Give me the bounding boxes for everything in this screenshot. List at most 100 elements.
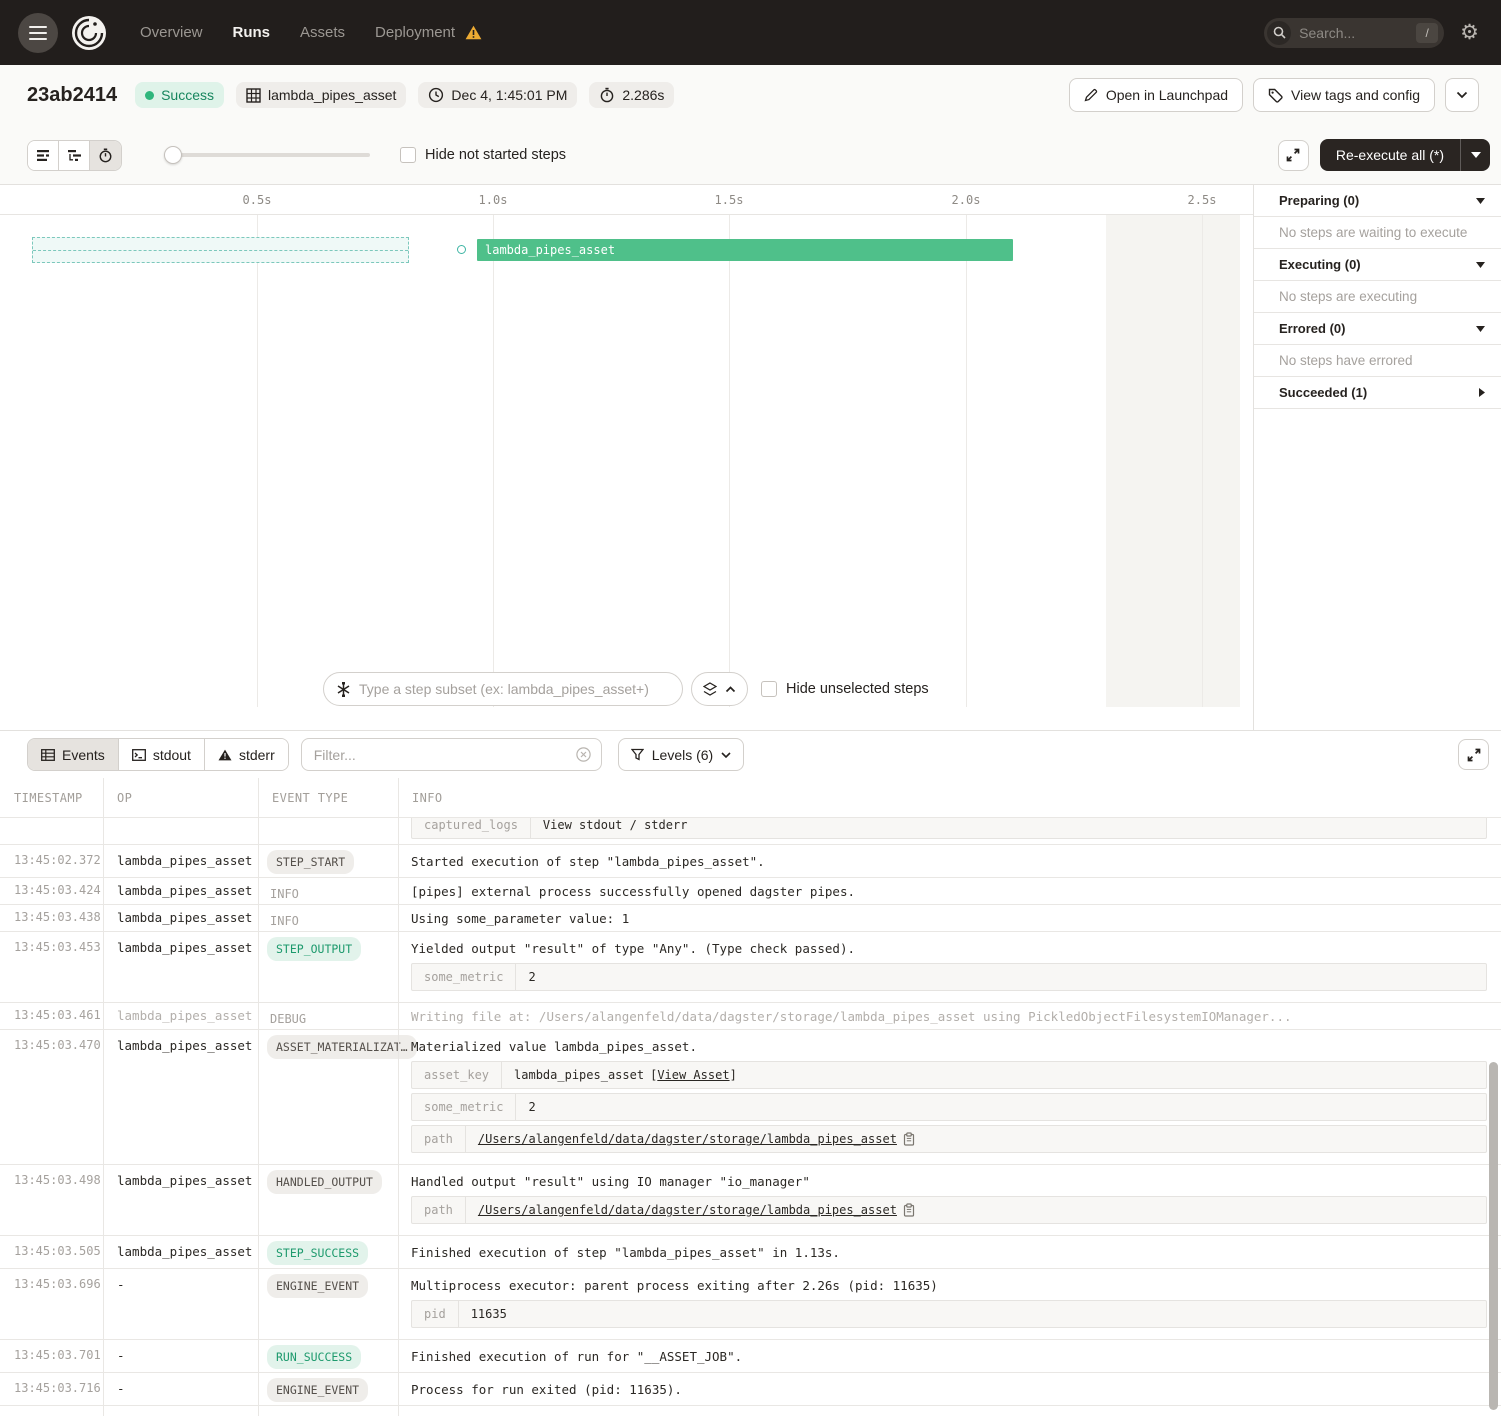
gantt-gridline <box>966 215 967 707</box>
section-errored[interactable]: Errored (0) <box>1254 313 1501 345</box>
status-badge: Success <box>135 82 224 108</box>
metadata-entry: some_metric 2 <box>411 963 1487 991</box>
nav-overview[interactable]: Overview <box>140 24 203 41</box>
table-icon <box>41 749 55 761</box>
gantt-toolbar: Hide not started steps Re-execute all (*… <box>0 125 1501 185</box>
table-row[interactable]: 13:45:03.470 lambda_pipes_asset ASSET_MA… <box>0 1030 1501 1165</box>
view-asset-link[interactable]: View Asset <box>657 1068 729 1082</box>
axis-tick: 1.0s <box>479 193 508 207</box>
settings-gear-icon[interactable]: ⚙ <box>1460 22 1479 43</box>
tab-stdout[interactable]: stdout <box>119 739 205 770</box>
col-op: OP <box>103 791 258 805</box>
zoom-slider[interactable] <box>164 146 370 164</box>
view-timing-icon[interactable] <box>90 141 121 170</box>
log-filter-input[interactable] <box>314 747 576 763</box>
pencil-icon <box>1084 88 1098 102</box>
reexecute-dropdown-button[interactable] <box>1460 139 1490 171</box>
section-succeeded[interactable]: Succeeded (1) <box>1254 377 1501 409</box>
table-row[interactable]: 13:45:02.372 lambda_pipes_asset STEP_STA… <box>0 845 1501 878</box>
path-link[interactable]: /Users/alangenfeld/data/dagster/storage/… <box>478 1203 897 1217</box>
gantt-fullscreen-button[interactable] <box>1278 140 1309 171</box>
hide-unselected-checkbox[interactable] <box>761 681 777 697</box>
hide-not-started-label: Hide not started steps <box>425 147 566 163</box>
gantt-waiting-box <box>32 237 409 263</box>
reexecute-all-split-button: Re-execute all (*) <box>1320 139 1490 171</box>
gantt-overtime-shade <box>1106 215 1240 707</box>
table-row[interactable]: 13:45:03.701 - RUN_SUCCESS Finished exec… <box>0 1340 1501 1373</box>
tab-stderr[interactable]: stderr <box>205 739 288 770</box>
nav-assets[interactable]: Assets <box>300 24 345 41</box>
section-executing[interactable]: Executing (0) <box>1254 249 1501 281</box>
axis-tick: 2.0s <box>952 193 981 207</box>
axis-tick: 1.5s <box>715 193 744 207</box>
gantt-time-axis: 0.5s 1.0s 1.5s 2.0s 2.5s <box>0 185 1253 215</box>
gantt-step-bar[interactable]: lambda_pipes_asset <box>477 239 1013 261</box>
metadata-entry: captured_logs View stdout / stderr <box>411 818 1487 839</box>
column-divider <box>398 778 399 1416</box>
event-type-badge: ENGINE_EVENT <box>267 1378 368 1402</box>
nav-deployment[interactable]: Deployment <box>375 24 455 41</box>
gantt-gridline <box>493 215 494 707</box>
table-row[interactable]: 13:45:03.453 lambda_pipes_asset STEP_OUT… <box>0 932 1501 1003</box>
hide-not-started-checkbox[interactable] <box>400 147 416 163</box>
step-subset-input[interactable] <box>359 681 670 697</box>
table-row[interactable]: 13:45:03.461 lambda_pipes_asset DEBUG Wr… <box>0 1003 1501 1030</box>
event-type-badge: STEP_SUCCESS <box>267 1241 368 1265</box>
table-scrollbar[interactable] <box>1489 1062 1498 1410</box>
chevron-down-icon <box>1456 91 1468 99</box>
levels-dropdown[interactable]: Levels (6) <box>618 738 744 771</box>
search-bar[interactable]: / <box>1264 18 1444 48</box>
event-type-badge: STEP_OUTPUT <box>267 937 361 961</box>
clear-filter-icon[interactable] <box>576 747 591 762</box>
tab-events[interactable]: Events <box>28 739 119 770</box>
logs-fullscreen-button[interactable] <box>1458 739 1489 770</box>
captured-logs-link[interactable]: View stdout / stderr <box>543 818 688 832</box>
job-tag[interactable]: lambda_pipes_asset <box>236 82 406 108</box>
chevron-right-icon <box>1479 388 1485 397</box>
event-type-label: INFO <box>267 911 299 928</box>
reexecute-all-button[interactable]: Re-execute all (*) <box>1320 139 1460 171</box>
zoom-slider-track <box>164 153 370 157</box>
section-preparing[interactable]: Preparing (0) <box>1254 185 1501 217</box>
funnel-icon <box>631 748 644 761</box>
top-nav: Overview Runs Assets Deployment / ⚙ <box>0 0 1501 65</box>
stopwatch-icon <box>599 87 615 103</box>
metadata-entry: asset_key lambda_pipes_asset [View Asset… <box>411 1061 1487 1089</box>
hamburger-menu-icon[interactable] <box>18 13 58 53</box>
layers-toggle-button[interactable] <box>691 672 748 706</box>
gantt-chart: 0.5s 1.0s 1.5s 2.0s 2.5s lambda_pipes_as… <box>0 185 1253 730</box>
table-row[interactable]: 13:45:03.498 lambda_pipes_asset HANDLED_… <box>0 1165 1501 1236</box>
open-in-launchpad-button[interactable]: Open in Launchpad <box>1069 78 1243 112</box>
hide-unselected-wrap: Hide unselected steps <box>761 681 929 697</box>
gantt-step-marker-icon <box>457 245 466 254</box>
search-icon <box>1267 21 1291 45</box>
event-type-badge: ASSET_MATERIALIZAT… <box>267 1035 417 1059</box>
table-row-partial: captured_logs View stdout / stderr <box>0 818 1501 845</box>
events-table: TIMESTAMP OP EVENT TYPE INFO captured_lo… <box>0 778 1501 1416</box>
copy-icon[interactable] <box>903 1132 915 1146</box>
dagster-logo-icon[interactable] <box>68 12 110 54</box>
metadata-entry: some_metric 2 <box>411 1093 1487 1121</box>
column-divider <box>258 778 259 1416</box>
zoom-slider-handle[interactable] <box>164 146 182 164</box>
search-input[interactable] <box>1299 25 1416 41</box>
path-link[interactable]: /Users/alangenfeld/data/dagster/storage/… <box>478 1132 897 1146</box>
copy-icon[interactable] <box>903 1203 915 1217</box>
expand-icon <box>1467 748 1481 762</box>
chevron-down-icon <box>1476 326 1485 332</box>
view-waterfall-icon[interactable] <box>59 141 90 170</box>
table-row-empty <box>0 1406 1501 1416</box>
section-errored-empty: No steps have errored <box>1254 345 1501 377</box>
layers-icon <box>703 682 717 697</box>
table-row[interactable]: 13:45:03.716 - ENGINE_EVENT Process for … <box>0 1373 1501 1406</box>
event-type-badge: HANDLED_OUTPUT <box>267 1170 382 1194</box>
view-tags-config-button[interactable]: View tags and config <box>1253 78 1435 112</box>
nav-runs[interactable]: Runs <box>233 24 271 41</box>
view-flat-icon[interactable] <box>28 141 59 170</box>
run-header-more-button[interactable] <box>1445 78 1479 112</box>
dagster-run-page: Overview Runs Assets Deployment / ⚙ 23a <box>0 0 1501 1416</box>
table-row[interactable]: 13:45:03.505 lambda_pipes_asset STEP_SUC… <box>0 1236 1501 1269</box>
table-row[interactable]: 13:45:03.696 - ENGINE_EVENT Multiprocess… <box>0 1269 1501 1340</box>
table-row[interactable]: 13:45:03.424 lambda_pipes_asset INFO [pi… <box>0 878 1501 905</box>
table-row[interactable]: 13:45:03.438 lambda_pipes_asset INFO Usi… <box>0 905 1501 932</box>
